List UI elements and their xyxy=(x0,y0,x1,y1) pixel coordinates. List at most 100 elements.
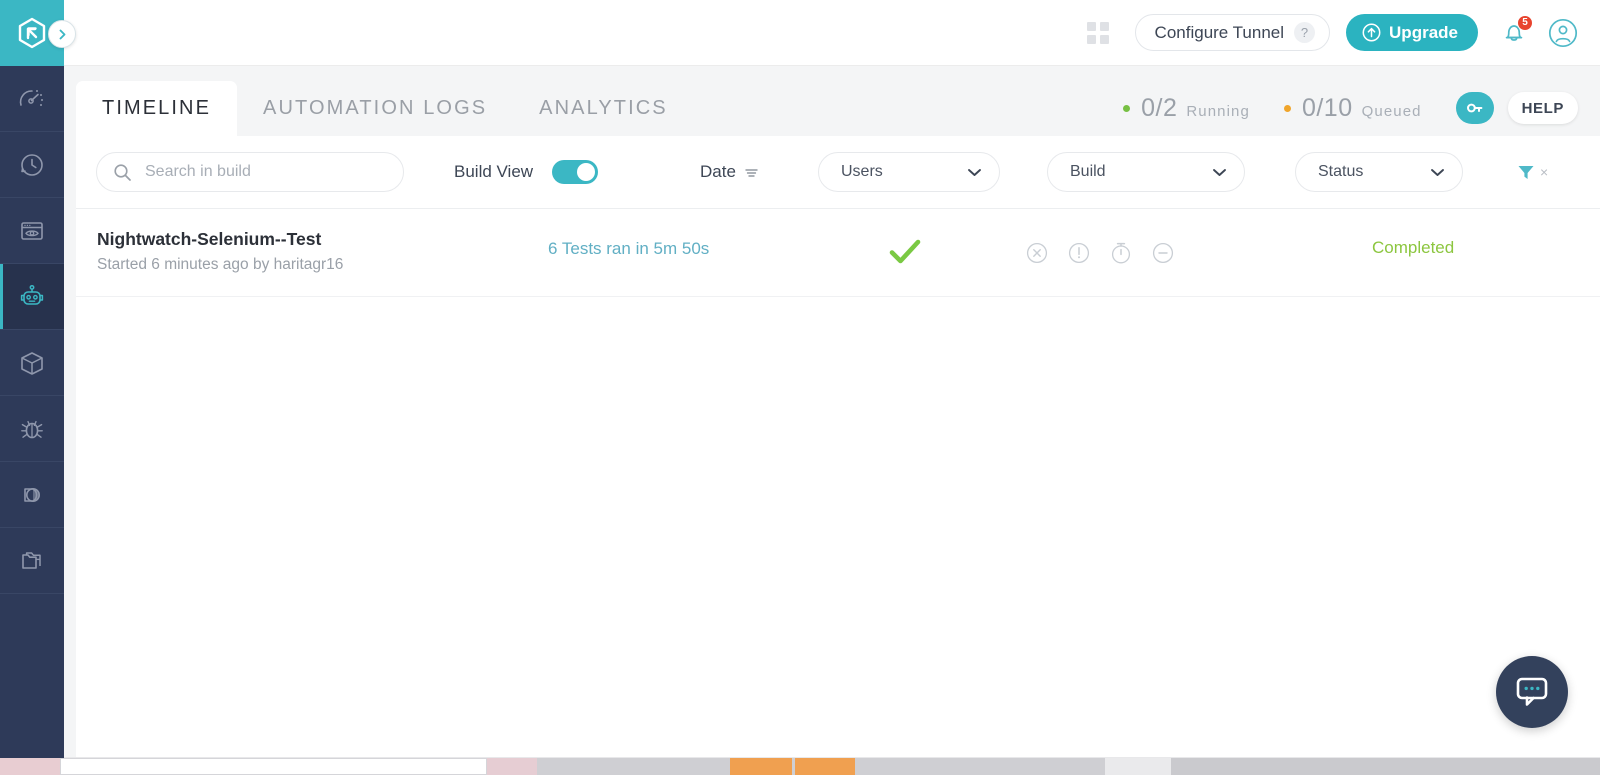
timeline-panel: Build View Date Users xyxy=(76,136,1600,758)
build-meta: Started 6 minutes ago by haritagr16 xyxy=(97,256,344,273)
tab-strip: TIMELINE AUTOMATION LOGS ANALYTICS 0/2 R… xyxy=(64,66,1600,136)
os-taskbar xyxy=(0,758,1600,775)
running-label: Running xyxy=(1186,102,1250,120)
chat-bubble-icon xyxy=(1516,677,1548,706)
search-icon xyxy=(114,163,131,181)
queued-value: 0/10 xyxy=(1301,93,1353,122)
taskbar-segment-active[interactable] xyxy=(795,758,855,775)
speedometer-icon xyxy=(19,89,43,106)
taskbar-segment xyxy=(855,758,1105,775)
robot-icon xyxy=(20,284,44,305)
filter-bar: Build View Date Users xyxy=(76,136,1600,209)
tab-analytics[interactable]: ANALYTICS xyxy=(513,81,694,136)
search-build-box[interactable] xyxy=(96,152,404,192)
taskbar-segment xyxy=(0,758,60,775)
taskbar-segment xyxy=(537,758,730,775)
search-input[interactable] xyxy=(145,163,375,181)
chat-support-button[interactable] xyxy=(1496,656,1568,728)
top-bar: Configure Tunnel ? Upgrade 5 xyxy=(64,0,1600,66)
clock-arrow-icon xyxy=(21,153,43,176)
bug-icon xyxy=(21,420,43,438)
configure-tunnel-button[interactable]: Configure Tunnel ? xyxy=(1134,14,1331,51)
date-sort-button[interactable]: Date xyxy=(700,162,759,182)
sidebar-item-integrations[interactable] xyxy=(0,330,64,396)
build-tests-summary[interactable]: 6 Tests ran in 5m 50s xyxy=(548,239,709,259)
grid-apps-icon[interactable] xyxy=(1086,21,1109,44)
running-dot xyxy=(1123,104,1131,112)
tab-automation-logs[interactable]: AUTOMATION LOGS xyxy=(237,81,513,136)
grid-cell xyxy=(1099,34,1109,44)
stopwatch-icon[interactable] xyxy=(1110,241,1132,265)
configure-tunnel-label: Configure Tunnel xyxy=(1154,22,1285,42)
close-small-icon[interactable]: × xyxy=(1540,164,1548,180)
toggle-knob xyxy=(577,163,596,181)
tab-timeline[interactable]: TIMELINE xyxy=(76,81,238,136)
arrow-up-circle-icon xyxy=(1362,23,1381,42)
sidebar-item-projects[interactable] xyxy=(0,528,64,594)
check-mark-icon xyxy=(889,239,921,264)
queued-label: Queued xyxy=(1361,102,1422,120)
help-button[interactable]: HELP xyxy=(1507,92,1578,124)
status-filter-dropdown[interactable]: Status xyxy=(1295,152,1463,192)
build-filter-label: Build xyxy=(1070,163,1106,180)
sidebar-item-dashboard[interactable] xyxy=(0,66,64,132)
contrast-icon xyxy=(24,487,40,502)
browser-eye-icon xyxy=(21,221,43,240)
status-badge: Completed xyxy=(1372,238,1455,257)
access-key-button[interactable] xyxy=(1455,92,1494,124)
sort-icon xyxy=(745,168,758,177)
chevron-down-icon xyxy=(1431,169,1444,176)
user-avatar-icon xyxy=(1548,18,1578,47)
upgrade-button[interactable]: Upgrade xyxy=(1346,14,1478,51)
taskbar-segment xyxy=(487,758,537,775)
clear-filters-button[interactable]: × xyxy=(1516,162,1548,182)
circle-x-icon[interactable] xyxy=(1026,242,1048,264)
sidebar-item-bug-tracking[interactable] xyxy=(0,396,64,462)
run-stats: 0/2 Running 0/10 Queued HELP xyxy=(1123,92,1578,124)
grid-cell xyxy=(1086,34,1096,44)
stat-queued: 0/10 Queued xyxy=(1283,93,1422,123)
funnel-filter-icon xyxy=(1518,166,1534,179)
taskbar-segment-active[interactable] xyxy=(730,758,792,775)
build-view-toggle[interactable] xyxy=(552,160,599,184)
build-view-toggle-group: Build View xyxy=(454,160,599,184)
app-root: Configure Tunnel ? Upgrade 5 TIMELINE AU… xyxy=(0,0,1600,775)
upgrade-label: Upgrade xyxy=(1389,22,1458,42)
queued-dot xyxy=(1283,104,1291,112)
users-filter-dropdown[interactable]: Users xyxy=(818,152,1000,192)
date-label: Date xyxy=(700,162,736,181)
circle-minus-icon[interactable] xyxy=(1152,242,1174,264)
tunnel-help-icon[interactable]: ? xyxy=(1294,22,1316,43)
chevron-down-icon xyxy=(968,169,981,176)
taskbar-window[interactable] xyxy=(60,758,487,775)
key-icon xyxy=(1466,103,1482,113)
sidebar-item-visual-regression[interactable] xyxy=(0,462,64,528)
running-value: 0/2 xyxy=(1141,93,1178,122)
sidebar-item-automation[interactable] xyxy=(0,264,64,330)
build-result-passed xyxy=(888,237,922,272)
notifications-button[interactable]: 5 xyxy=(1500,14,1533,47)
chevron-down-icon xyxy=(1213,169,1226,176)
sidebar-nav xyxy=(0,66,64,775)
taskbar-segment xyxy=(1171,758,1600,775)
stat-running: 0/2 Running xyxy=(1123,94,1250,123)
grid-cell xyxy=(1086,21,1096,31)
build-name[interactable]: Nightwatch-Selenium--Test xyxy=(97,229,321,250)
chevron-right-icon xyxy=(59,29,65,39)
circle-exclamation-icon[interactable] xyxy=(1068,242,1090,264)
taskbar-segment xyxy=(1105,758,1171,775)
table-row[interactable]: Nightwatch-Selenium--Test Started 6 minu… xyxy=(76,209,1600,297)
grid-cell xyxy=(1099,21,1109,31)
folder-icon xyxy=(22,551,41,569)
users-filter-label: Users xyxy=(841,163,883,180)
build-view-label: Build View xyxy=(454,162,534,181)
content-area: TIMELINE AUTOMATION LOGS ANALYTICS 0/2 R… xyxy=(64,66,1600,758)
status-filter-label: Status xyxy=(1318,163,1364,180)
sidebar-expand-button[interactable] xyxy=(48,20,76,48)
build-status-icons xyxy=(1026,241,1174,265)
sidebar-item-realtime-testing[interactable] xyxy=(0,132,64,198)
user-avatar-button[interactable] xyxy=(1548,18,1578,48)
sidebar-item-visual-browser[interactable] xyxy=(0,198,64,264)
box-icon xyxy=(21,351,43,375)
build-filter-dropdown[interactable]: Build xyxy=(1047,152,1245,192)
